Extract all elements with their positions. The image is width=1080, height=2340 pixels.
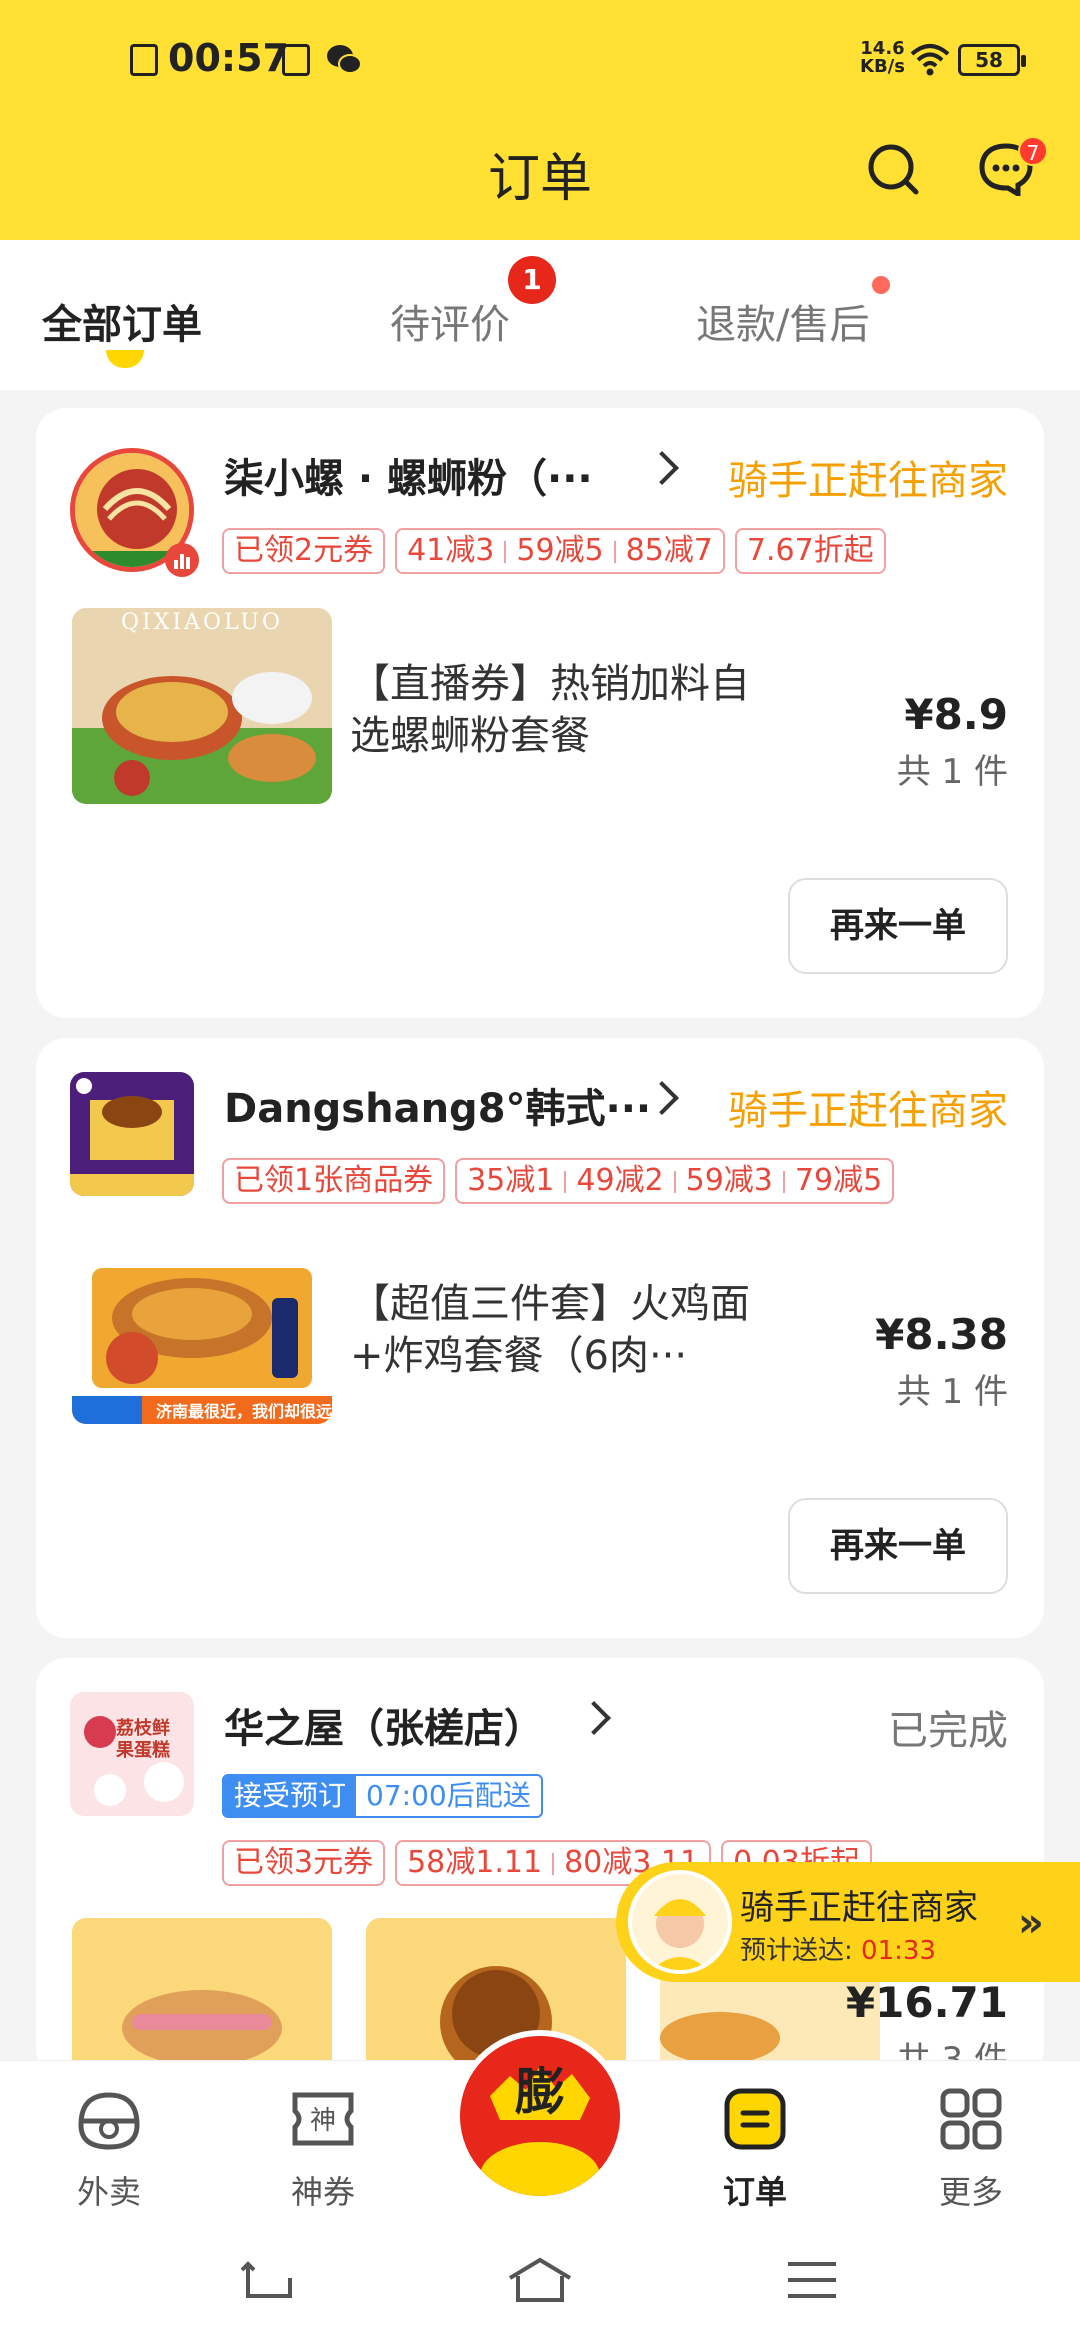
order-status: 已完成 bbox=[888, 1708, 1008, 1754]
refund-dot bbox=[872, 276, 890, 294]
wifi-icon bbox=[910, 44, 950, 76]
shop-logo[interactable]: 荔枝鲜果蛋糕 bbox=[70, 1692, 194, 1816]
order-status: 骑手正赶往商家 bbox=[728, 458, 1008, 504]
chevron-right-icon[interactable] bbox=[577, 1701, 611, 1735]
rider-eta: 预计送达: 01:33 bbox=[740, 1930, 936, 1967]
header: 00:57 14.6 KB/s 58 订单 7 bbox=[0, 0, 1080, 240]
status-time: 00:57 bbox=[168, 36, 289, 80]
item-price: ¥8.9 bbox=[904, 690, 1008, 739]
rider-status-title: 骑手正赶往商家 bbox=[740, 1888, 978, 1928]
back-icon[interactable] bbox=[240, 2256, 296, 2304]
nav-label: 订单 bbox=[722, 2173, 787, 2211]
tab-all-orders[interactable]: 全部订单 bbox=[42, 292, 202, 350]
nav-item-takeout[interactable]: 外卖 bbox=[34, 2061, 184, 2221]
center-promo-inner: 膨 bbox=[460, 2036, 620, 2196]
menu-icon[interactable] bbox=[784, 2258, 840, 2302]
item-count: 共 1 件 bbox=[896, 1372, 1008, 1412]
tab-refund[interactable]: 退款/售后 bbox=[696, 292, 869, 350]
coupon-tag: 已领3元券 bbox=[222, 1840, 386, 1886]
discount-tag: 35减1 49减2 59减3 79减5 bbox=[455, 1158, 895, 1204]
rider-status-banner[interactable]: 骑手正赶往商家 预计送达: 01:33 » bbox=[616, 1862, 1080, 1982]
item-image[interactable]: QIXIAOLUO bbox=[72, 608, 332, 804]
reorder-button[interactable]: 再来一单 bbox=[788, 1498, 1008, 1594]
discount-tag: 41减3 59减5 85减7 bbox=[395, 528, 725, 574]
eta-label: 预计送达: bbox=[740, 1936, 853, 1966]
shop-logo-text: 荔枝鲜果蛋糕 bbox=[116, 1718, 170, 1761]
search-icon[interactable] bbox=[866, 142, 920, 196]
center-promo-label: 膨 bbox=[515, 2063, 565, 2121]
order-status: 骑手正赶往商家 bbox=[728, 1088, 1008, 1134]
speed-unit: KB/s bbox=[860, 56, 905, 77]
wechat-icon bbox=[327, 45, 362, 74]
shop-name[interactable]: 华之屋（张槎店） bbox=[224, 1696, 544, 1754]
battery-icon: 58 bbox=[958, 44, 1026, 76]
svg-text:神: 神 bbox=[310, 2106, 336, 2136]
nav-item-coupons[interactable]: 神 神券 bbox=[248, 2061, 398, 2221]
double-chevron-right-icon[interactable]: » bbox=[1018, 1900, 1044, 1946]
order-tabs: 全部订单 待评价 1 退款/售后 bbox=[0, 240, 1080, 390]
nav-item-orders[interactable]: 订单 bbox=[680, 2061, 830, 2221]
preorder-tag: 接受预订 07:00后配送 bbox=[222, 1774, 543, 1818]
notification-icon bbox=[282, 44, 310, 76]
grid-icon bbox=[940, 2088, 1002, 2150]
item-image[interactable] bbox=[72, 1918, 332, 2078]
shop-name[interactable]: Dangshang8°韩式··· bbox=[224, 1076, 651, 1134]
item-image-text: 济南最很近，我们却很远 bbox=[156, 1402, 332, 1421]
nav-label: 更多 bbox=[938, 2173, 1003, 2211]
preorder-label: 接受预订 bbox=[224, 1776, 357, 1816]
center-promo-button[interactable]: 膨 bbox=[454, 2030, 626, 2202]
item-image[interactable]: 济南最很近，我们却很远 bbox=[72, 1228, 332, 1424]
system-nav-bar bbox=[0, 2220, 1080, 2340]
review-badge: 1 bbox=[508, 256, 556, 304]
order-card[interactable]: 柒小螺 · 螺蛳粉（··· 骑手正赶往商家 已领2元券 41减3 59减5 85减7… bbox=[36, 408, 1044, 1018]
coupon-icon: 神 bbox=[292, 2092, 354, 2146]
nav-label: 外卖 bbox=[76, 2173, 141, 2211]
shop-logo[interactable] bbox=[70, 1072, 194, 1196]
item-name[interactable]: 【超值三件套】火鸡面+炸鸡套餐（6肉··· bbox=[350, 1278, 770, 1382]
chevron-right-icon[interactable] bbox=[645, 451, 679, 485]
shop-name[interactable]: 柒小螺 · 螺蛳粉（··· bbox=[224, 446, 593, 504]
eta-time: 01:33 bbox=[861, 1936, 936, 1966]
tab-indicator bbox=[106, 350, 144, 368]
item-price: ¥8.38 bbox=[875, 1310, 1008, 1359]
discount-rate-tag: 7.67折起 bbox=[734, 528, 886, 574]
network-speed: 14.6 KB/s bbox=[860, 40, 905, 76]
status-bar: 00:57 14.6 KB/s 58 bbox=[0, 0, 1080, 120]
coupon-tag: 已领1张商品券 bbox=[222, 1158, 446, 1204]
promo-tags: 已领1张商品券 35减1 49减2 59减3 79减5 bbox=[222, 1158, 895, 1206]
item-image-text: QIXIAOLUO bbox=[121, 610, 283, 635]
message-badge: 7 bbox=[1018, 136, 1048, 166]
item-name[interactable]: 【直播券】热销加料自选螺蛳粉套餐 bbox=[350, 658, 770, 762]
item-price: ¥16.71 bbox=[845, 1978, 1008, 2027]
rider-avatar bbox=[628, 1870, 732, 1974]
delivery-time-label: 07:00后配送 bbox=[366, 1779, 531, 1812]
takeout-icon bbox=[78, 2092, 140, 2150]
order-card[interactable]: Dangshang8°韩式··· 骑手正赶往商家 已领1张商品券 35减1 49减… bbox=[36, 1038, 1044, 1638]
sim-icon bbox=[130, 44, 158, 76]
reorder-button[interactable]: 再来一单 bbox=[788, 878, 1008, 974]
promo-tags: 已领2元券 41减3 59减5 85减7 7.67折起 bbox=[222, 528, 886, 576]
orders-icon bbox=[724, 2088, 786, 2150]
item-count: 共 1 件 bbox=[896, 752, 1008, 792]
tab-to-review[interactable]: 待评价 bbox=[390, 292, 510, 350]
home-icon[interactable] bbox=[504, 2256, 576, 2304]
coupon-tag: 已领2元券 bbox=[222, 528, 386, 574]
nav-label: 神券 bbox=[290, 2173, 355, 2211]
live-icon bbox=[165, 543, 199, 577]
nav-item-more[interactable]: 更多 bbox=[896, 2061, 1046, 2221]
